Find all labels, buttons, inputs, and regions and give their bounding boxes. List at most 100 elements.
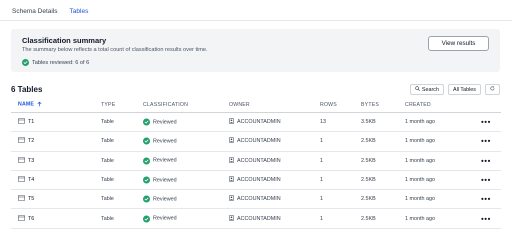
check-circle-icon [143,176,150,184]
table-name-cell[interactable]: T2 [18,137,34,145]
created-time: 1 month ago [405,138,435,145]
classification-status: Reviewed [143,195,177,203]
table-type: Table [101,215,114,222]
table-row[interactable]: T6 Table Reviewed ACCOUNTADMIN 1 2.5KB 1 month… [11,209,501,229]
bytes-size: 2.5KB [361,215,376,222]
table-name-cell[interactable]: T4 [18,176,34,184]
row-count: 13 [320,119,326,126]
search-icon [415,86,420,93]
owner-cell: ACCOUNTADMIN [229,176,281,184]
table-name-cell[interactable]: T6 [18,214,35,223]
created-time: 1 month ago [405,177,435,184]
table-icon [18,176,25,184]
tables-table: NAME TYPE CLASSIFICATION OWNER ROWS BYTE… [11,97,501,229]
table-type: Table [101,196,114,203]
created-time: 1 month ago [405,215,435,222]
tables-reviewed-label: Tables reviewed: 6 of 6 [32,59,90,66]
check-circle-icon [22,59,29,66]
row-count: 1 [320,177,323,184]
table-name-cell[interactable]: T1 [18,118,34,126]
refresh-button[interactable] [485,84,500,95]
table-row[interactable]: T2 Table Reviewed ACCOUNTADMIN 1 2.5KB 1 month… [11,132,501,152]
column-header-name[interactable]: NAME [18,101,42,108]
bytes-size: 2.5KB [361,196,376,203]
column-header-rows[interactable]: ROWS [320,102,337,108]
more-horizontal-icon[interactable]: ••• [481,156,491,165]
table-row[interactable]: T1 Table Reviewed ACCOUNTADMIN 13 3.5KB 1 mont… [11,113,501,133]
tab-divider [0,20,512,21]
column-header-owner[interactable]: OWNER [229,102,250,108]
table-row[interactable]: T4 Table Reviewed ACCOUNTADMIN 1 2.5KB 1 month… [11,171,501,191]
column-header-created[interactable]: CREATED [405,102,431,108]
classification-label: Reviewed [153,119,177,126]
row-count: 1 [320,196,323,203]
row-count: 1 [320,138,323,145]
owner-name: ACCOUNTADMIN [237,119,281,126]
search-button-label: Search [421,86,440,93]
classification-label: Reviewed [153,138,177,145]
row-count: 1 [320,157,323,164]
created-time: 1 month ago [405,119,435,126]
view-results-button[interactable]: View results [428,36,489,51]
classification-status: Reviewed [143,157,177,165]
table-type: Table [101,157,114,164]
search-button[interactable]: Search [409,84,445,95]
table-name: T6 [28,215,35,222]
tab-tables[interactable]: Tables [69,6,88,21]
table-toolbar: Search All Tables [409,84,500,95]
bytes-size: 2.5KB [361,138,376,145]
owner-cell: ACCOUNTADMIN [229,195,281,203]
tab-schema-details[interactable]: Schema Details [12,6,58,15]
role-icon [229,118,234,126]
classification-label: Reviewed [153,177,177,184]
all-tables-filter[interactable]: All Tables [448,84,481,95]
bytes-size: 2.5KB [361,157,376,164]
owner-cell: ACCOUNTADMIN [229,118,281,126]
column-header-classification[interactable]: CLASSIFICATION [143,102,188,108]
role-icon [229,176,234,184]
more-horizontal-icon[interactable]: ••• [481,118,491,127]
table-row[interactable]: T5 Table Reviewed ACCOUNTADMIN 1 2.5KB 1 month… [11,190,501,210]
table-icon [18,195,25,203]
classification-label: Reviewed [153,157,177,164]
table-name: T2 [28,138,35,145]
classification-status: Reviewed [143,215,177,223]
table-name: T4 [28,177,35,184]
more-horizontal-icon[interactable]: ••• [481,214,491,223]
classification-status: Reviewed [143,176,177,184]
table-row[interactable]: T3 Table Reviewed ACCOUNTADMIN 1 2.5KB 1 month… [11,152,501,171]
owner-name: ACCOUNTADMIN [237,196,281,203]
owner-name: ACCOUNTADMIN [237,138,281,145]
check-circle-icon [143,137,150,145]
more-horizontal-icon[interactable]: ••• [481,195,491,204]
table-name-cell[interactable]: T3 [18,156,34,165]
owner-name: ACCOUNTADMIN [237,157,281,164]
refresh-icon [490,86,495,93]
table-name: T1 [28,119,35,126]
table-name: T5 [28,196,35,203]
check-circle-icon [143,215,150,223]
role-icon [229,137,234,145]
owner-name: ACCOUNTADMIN [237,177,281,184]
tables-count-heading: 6 Tables [11,85,43,94]
table-header-row: NAME TYPE CLASSIFICATION OWNER ROWS BYTE… [11,97,501,113]
more-horizontal-icon[interactable]: ••• [481,176,491,185]
role-icon [229,156,234,165]
table-type: Table [101,177,114,184]
column-header-type[interactable]: TYPE [101,102,115,108]
owner-name: ACCOUNTADMIN [237,215,281,222]
column-header-bytes[interactable]: BYTES [361,102,379,108]
tables-reviewed-status: Tables reviewed: 6 of 6 [22,59,89,66]
check-circle-icon [143,118,150,126]
more-horizontal-icon[interactable]: ••• [481,137,491,146]
classification-status: Reviewed [143,118,177,126]
bytes-size: 3.5KB [361,119,376,126]
owner-cell: ACCOUNTADMIN [229,156,281,165]
table-name-cell[interactable]: T5 [18,195,34,203]
classification-status: Reviewed [143,137,177,145]
summary-description: The summary below reflects a total count… [22,47,208,53]
role-icon [229,195,234,203]
all-tables-filter-label: All Tables [453,86,476,93]
sort-arrow-up-icon [37,101,42,108]
check-circle-icon [143,157,150,165]
